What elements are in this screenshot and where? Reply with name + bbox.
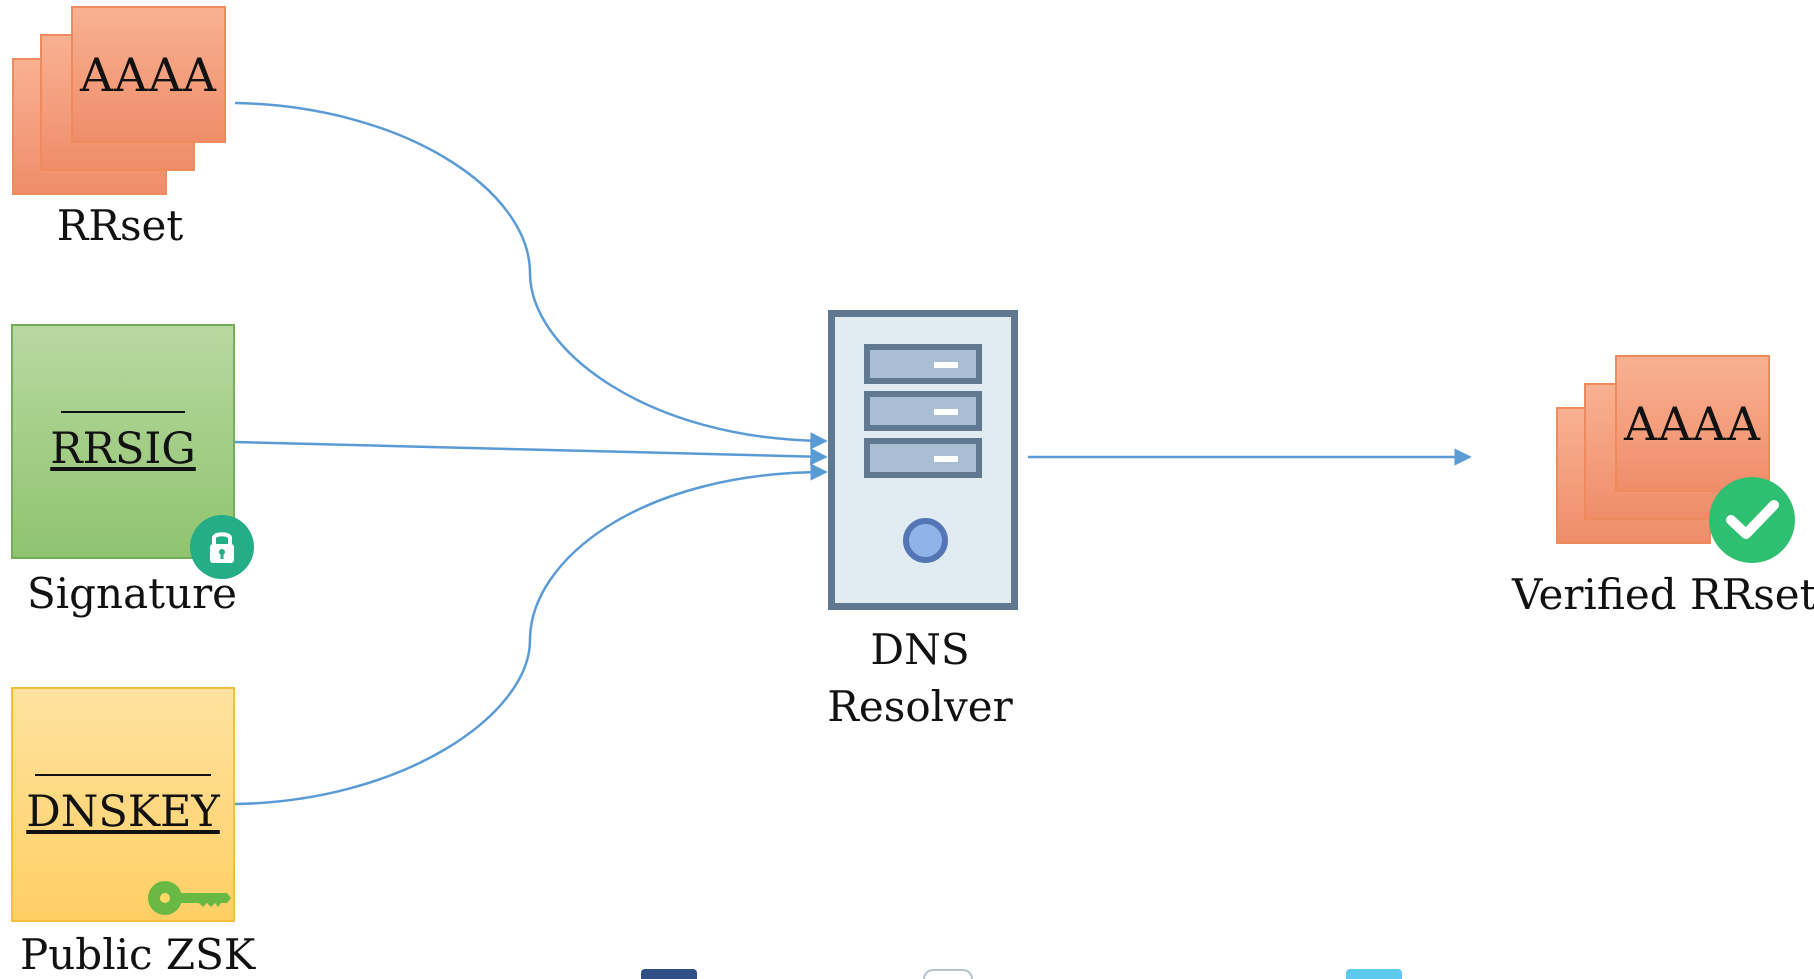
rrset-input-stack: AAAA (12, 6, 332, 226)
rrset-label: RRset (56, 201, 184, 250)
rrset-record-type: AAAA (80, 47, 217, 102)
public-key-document-line (35, 773, 211, 776)
signature-label: Signature (26, 569, 238, 618)
server-power-button (903, 518, 948, 563)
bottom-icon-fragment-1 (641, 969, 697, 979)
bottom-icon-fragment-2 (923, 969, 973, 979)
verified-card-front: AAAA (1615, 355, 1770, 492)
public-key-record-type: DNSKEY (26, 786, 220, 837)
resolver-label-line-1: DNS (870, 625, 970, 674)
rrset-card-front: AAAA (71, 6, 226, 143)
server-drive-3 (864, 438, 982, 478)
resolver-label: DNS Resolver (760, 622, 1080, 735)
key-icon (148, 881, 231, 915)
signature-record-type: RRSIG (50, 423, 196, 474)
drive-indicator-3 (934, 456, 958, 462)
server-drive-2 (864, 391, 982, 431)
check-circle-icon (1709, 477, 1795, 563)
signature-document-line (61, 410, 185, 413)
verified-record-type: AAAA (1624, 396, 1761, 451)
server-icon (828, 310, 1018, 610)
key-to-resolver-arrow (233, 463, 828, 806)
drive-indicator-1 (934, 362, 958, 368)
public-key-label: Public ZSK (20, 930, 256, 979)
resolver-label-line-2: Resolver (827, 681, 1013, 731)
drive-indicator-2 (934, 409, 958, 415)
bottom-icon-fragment-3 (1346, 969, 1402, 979)
verified-rrset-label: Verified RRset (1512, 570, 1814, 619)
server-drive-1 (864, 344, 982, 384)
signature-to-resolver-arrow (233, 440, 828, 466)
